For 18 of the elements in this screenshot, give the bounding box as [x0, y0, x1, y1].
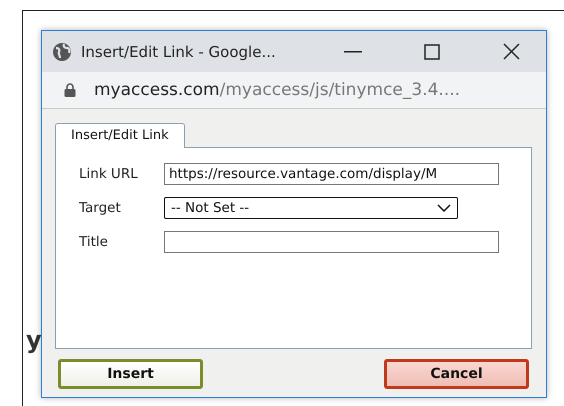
- input-field[interactable]: https://resource.vantage.com/display/M: [164, 163, 499, 185]
- background-text: y: [26, 326, 42, 354]
- maximize-icon: [424, 44, 440, 60]
- chevron-icon: [437, 204, 451, 212]
- field-label: Target: [79, 200, 122, 216]
- cancel-button[interactable]: Cancel: [384, 359, 529, 389]
- insert-button[interactable]: Insert: [58, 359, 203, 389]
- lock-icon: [64, 83, 76, 97]
- field-label: Link URL: [79, 166, 139, 182]
- input-field[interactable]: [164, 231, 499, 253]
- window-title: Insert/Edit Link - Google...: [81, 42, 277, 60]
- globe-icon: [52, 42, 72, 62]
- target-dropdown[interactable]: -- Not Set --: [164, 197, 458, 219]
- field-label: Title: [79, 234, 109, 250]
- minimize-icon: [344, 50, 362, 52]
- tab[interactable]: Insert/Edit Link: [55, 123, 185, 148]
- address-url: myaccess.com/myaccess/js/tinymce_3.4....: [94, 80, 460, 100]
- close-icon: [502, 43, 520, 60]
